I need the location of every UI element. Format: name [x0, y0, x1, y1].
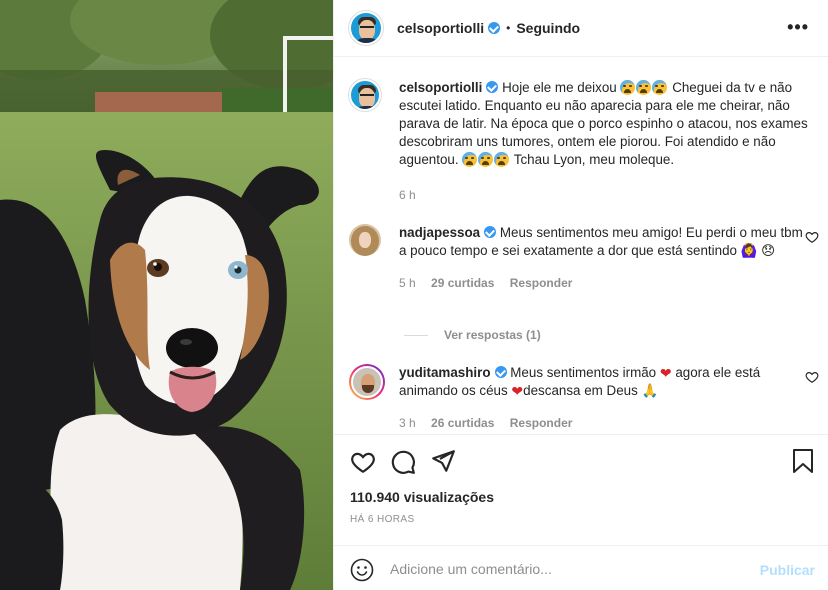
comment-likes[interactable]: 26 curtidas — [431, 416, 494, 430]
comment-time[interactable]: 5 h — [399, 276, 416, 290]
caption-meta: 6 h — [399, 186, 809, 204]
praying-hands-emoji-icon: 🙏 — [641, 383, 659, 398]
heart-outline-icon[interactable] — [350, 449, 376, 475]
comment-text-1: Meus sentimentos irmão — [510, 365, 657, 380]
caption-text-3: Tchau Lyon, meu moleque. — [513, 152, 675, 167]
comment-body: nadjapessoa Meus sentimentos meu amigo! … — [399, 224, 809, 292]
post-details-panel: celsoportiolli • Seguindo ••• celsoporti… — [333, 0, 828, 590]
comment-item: nadjapessoa Meus sentimentos meu amigo! … — [349, 224, 819, 292]
post-timestamp[interactable]: HÁ 6 HORAS — [350, 514, 415, 525]
instagram-post-viewer: celsoportiolli • Seguindo ••• celsoporti… — [0, 0, 828, 590]
verified-badge-icon — [486, 81, 499, 93]
publish-button[interactable]: Publicar — [760, 562, 815, 578]
caption-text-1: Hoje ele me deixou — [502, 80, 617, 95]
following-button[interactable]: Seguindo — [516, 20, 580, 36]
verified-badge-icon — [488, 22, 501, 34]
post-actions-bar — [334, 434, 828, 490]
comment-like-heart-icon[interactable] — [805, 370, 819, 384]
comment-meta: 5 h 29 curtidas Responder — [399, 274, 809, 292]
view-replies-label: Ver respostas (1) — [444, 328, 541, 342]
post-photo[interactable] — [0, 0, 333, 590]
add-comment-bar: Publicar — [334, 545, 828, 590]
caption-author-avatar[interactable] — [349, 79, 381, 111]
verified-badge-icon — [484, 226, 497, 238]
separator-dot: • — [506, 21, 511, 35]
comment-emojis: 🙆‍♀️ 😞 — [740, 243, 776, 258]
crying-emoji-icon — [462, 152, 478, 167]
comment-like-heart-icon[interactable] — [805, 230, 819, 244]
post-header: celsoportiolli • Seguindo ••• — [334, 0, 828, 57]
comment-username[interactable]: nadjapessoa — [399, 225, 480, 240]
comment-input[interactable] — [390, 554, 750, 584]
crying-emoji-icon — [494, 152, 510, 167]
crying-emoji-icon — [636, 80, 652, 95]
comment-text-3: descansa em Deus — [523, 383, 638, 398]
bookmark-icon[interactable] — [791, 448, 815, 474]
reply-button[interactable]: Responder — [510, 276, 573, 290]
author-username[interactable]: celsoportiolli — [397, 20, 484, 36]
view-replies-button[interactable]: Ver respostas (1) — [404, 328, 541, 342]
paper-plane-icon[interactable] — [430, 448, 456, 474]
caption-time[interactable]: 6 h — [399, 188, 416, 202]
replies-divider — [404, 334, 428, 336]
caption-body: celsoportiolli Hoje ele me deixou Chegue… — [399, 79, 809, 204]
comment-likes[interactable]: 29 curtidas — [431, 276, 494, 290]
crying-emoji-icon — [478, 152, 494, 167]
smiley-icon[interactable] — [350, 558, 374, 582]
commenter-avatar[interactable] — [349, 224, 381, 256]
comment-bubble-icon[interactable] — [390, 449, 416, 475]
comment-meta: 3 h 26 curtidas Responder — [399, 414, 809, 432]
views-count[interactable]: 110.940 visualizações — [350, 489, 494, 505]
reply-button[interactable]: Responder — [510, 416, 573, 430]
caption: celsoportiolli Hoje ele me deixou Chegue… — [349, 79, 819, 204]
comment-username[interactable]: yuditamashiro — [399, 365, 491, 380]
verified-badge-icon — [494, 366, 507, 378]
author-avatar[interactable] — [349, 11, 383, 45]
caption-username[interactable]: celsoportiolli — [399, 80, 482, 95]
red-heart-emoji-icon: ❤ — [511, 383, 524, 399]
comment-item: yuditamashiro Meus sentimentos irmão ❤ a… — [349, 364, 819, 432]
dog-photo-illustration — [0, 0, 333, 590]
ellipsis-icon[interactable]: ••• — [787, 18, 809, 36]
commenter-avatar-story-ring[interactable] — [349, 364, 385, 400]
comment-time[interactable]: 3 h — [399, 416, 416, 430]
red-heart-emoji-icon: ❤ — [659, 365, 672, 381]
comment-body: yuditamashiro Meus sentimentos irmão ❤ a… — [399, 364, 809, 432]
crying-emoji-icon — [620, 80, 636, 95]
crying-emoji-icon — [652, 80, 668, 95]
comments-list[interactable]: celsoportiolli Hoje ele me deixou Chegue… — [334, 58, 828, 434]
